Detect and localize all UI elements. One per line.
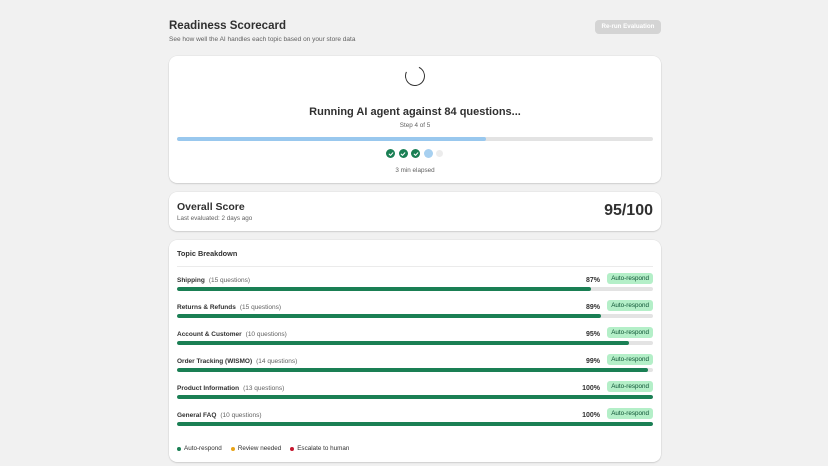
topic-percent: 87% (585, 277, 600, 284)
topic-progress-fill (177, 314, 601, 318)
step-indicator-3 (411, 149, 420, 158)
run-progress-fill (177, 137, 487, 141)
topic-row: Product Information (13 questions) 100% Aut… (177, 381, 653, 405)
topic-question-count: (15 questions) (208, 277, 251, 284)
legend-label: Review needed (237, 445, 282, 452)
run-status-title: Running AI agent against 84 questions... (309, 106, 521, 118)
topic-percent: 99% (585, 358, 600, 365)
status-badge: Auto-respond (607, 354, 653, 365)
scorecard-page: Readiness Scorecard See how well the AI … (0, 0, 828, 466)
elapsed-time: 3 min elapsed (395, 167, 435, 174)
legend-dot-icon (177, 446, 181, 451)
status-badge: Auto-respond (607, 327, 653, 338)
topic-label: Returns & Refunds (177, 304, 236, 311)
topic-row: Account & Customer (10 questions) 95% Auto-… (177, 327, 653, 351)
topic-row: Order Tracking (WISMO) (14 questions) 99% A… (177, 354, 653, 378)
topic-label: Account & Customer (177, 331, 242, 338)
topic-name: Account & Customer (10 questions) (177, 331, 287, 338)
rerun-evaluation-button[interactable]: Re-run Evaluation (595, 20, 661, 34)
page-subtitle: See how well the AI handles each topic b… (169, 36, 356, 43)
topic-progress-bar (177, 395, 653, 399)
status-badge: Auto-respond (607, 408, 653, 419)
legend-dot-icon (290, 446, 295, 451)
legend-item: Escalate to human (290, 445, 349, 452)
topic-row: Returns & Refunds (15 questions) 89% Auto-r… (177, 300, 653, 324)
checkmark-icon (400, 151, 406, 156)
topic-name: Returns & Refunds (15 questions) (177, 304, 281, 311)
legend-item: Review needed (230, 445, 282, 452)
legend-label: Escalate to human (297, 445, 350, 452)
topic-progress-fill (177, 368, 649, 372)
legend-dot-icon (230, 446, 235, 451)
topic-progress-fill (177, 287, 592, 291)
overall-score-card: Overall Score Last evaluated: 2 days ago… (169, 192, 661, 231)
step-indicator-4 (423, 149, 433, 158)
overall-score-value: 95/100 (604, 202, 653, 219)
topic-progress-fill (177, 395, 653, 399)
evaluation-progress-card: Running AI agent against 84 questions...… (169, 56, 661, 183)
topic-percent: 95% (585, 331, 600, 338)
page-header: Readiness Scorecard See how well the AI … (169, 20, 661, 48)
topic-label: Shipping (177, 277, 205, 284)
last-evaluated-text: Last evaluated: 2 days ago (177, 215, 253, 222)
legend-label: Auto-respond (184, 445, 222, 452)
run-progress-bar (177, 137, 653, 141)
topic-row: General FAQ (10 questions) 100% Auto-respon… (177, 408, 653, 432)
status-badge: Auto-respond (607, 273, 653, 284)
topic-question-count: (10 questions) (220, 412, 262, 419)
step-indicator-1 (386, 149, 395, 158)
topic-name: Shipping (15 questions) (177, 277, 250, 284)
topic-name: Order Tracking (WISMO) (14 questions) (177, 358, 297, 365)
topic-question-count: (15 questions) (239, 304, 282, 311)
loading-spinner-icon (402, 63, 428, 89)
page-title: Readiness Scorecard (169, 20, 286, 32)
topic-progress-bar (177, 368, 653, 372)
status-badge: Auto-respond (607, 381, 653, 392)
step-indicators (386, 149, 443, 159)
legend: Auto-respond Review needed Escalate to hum… (177, 445, 349, 452)
topic-breakdown-title: Topic Breakdown (177, 249, 238, 258)
legend-item: Auto-respond (177, 445, 222, 452)
overall-score-title: Overall Score (177, 201, 245, 213)
topic-progress-bar (177, 341, 653, 345)
step-indicator-5 (436, 150, 443, 157)
status-badge: Auto-respond (607, 300, 653, 311)
topic-row: Shipping (15 questions) 87% Auto-respond (177, 273, 653, 297)
topic-progress-bar (177, 314, 653, 318)
topic-progress-bar (177, 287, 653, 291)
topic-question-count: (10 questions) (245, 331, 287, 338)
divider (177, 266, 653, 267)
topic-percent: 100% (582, 412, 600, 419)
topic-label: General FAQ (177, 412, 217, 419)
checkmark-icon (388, 151, 393, 156)
checkmark-icon (413, 151, 418, 156)
topic-breakdown-card: Topic Breakdown Shipping (15 questions) 87… (169, 240, 661, 462)
topic-name: Product Information (13 questions) (177, 385, 284, 392)
run-step-text: Step 4 of 5 (399, 122, 431, 129)
topic-progress-fill (177, 341, 630, 345)
topic-progress-fill (177, 422, 653, 426)
topic-label: Order Tracking (WISMO) (177, 358, 253, 365)
step-indicator-2 (398, 149, 408, 158)
topic-percent: 89% (585, 304, 600, 311)
topic-question-count: (13 questions) (243, 385, 285, 392)
topic-label: Product Information (177, 385, 240, 392)
topic-progress-bar (177, 422, 653, 426)
topic-name: General FAQ (10 questions) (177, 412, 262, 419)
topic-question-count: (14 questions) (256, 358, 298, 365)
topic-percent: 100% (582, 385, 600, 392)
